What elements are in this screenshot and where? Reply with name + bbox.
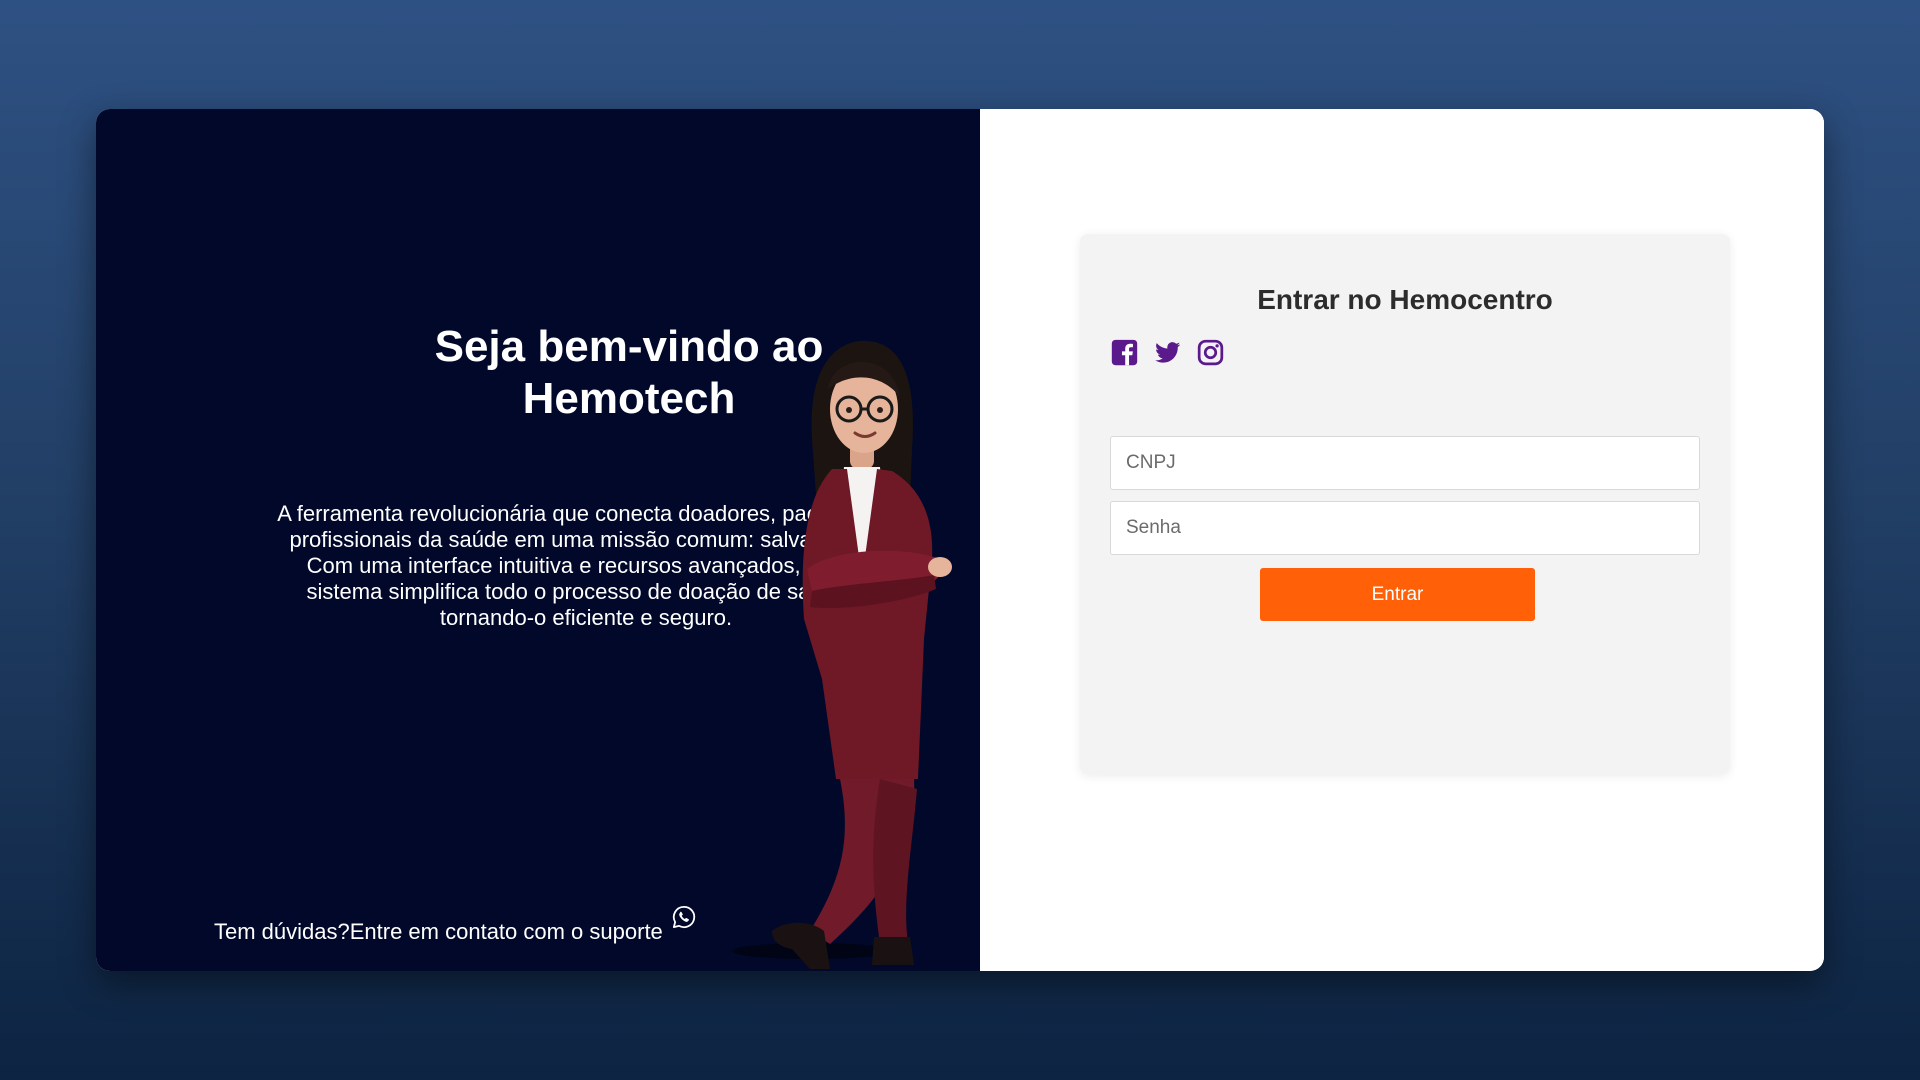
login-form-panel: Entrar no Hemocentro Entrar [1080, 234, 1730, 774]
login-section: Entrar no Hemocentro Entrar [980, 109, 1824, 971]
support-text: Tem dúvidas?Entre em contato com o supor… [214, 919, 663, 944]
facebook-icon[interactable] [1110, 338, 1139, 367]
support-contact: Tem dúvidas?Entre em contato com o supor… [214, 904, 697, 946]
login-card: Seja bem-vindo ao Hemotech A ferramenta … [96, 109, 1824, 971]
entrar-button[interactable]: Entrar [1260, 568, 1535, 621]
welcome-panel: Seja bem-vindo ao Hemotech A ferramenta … [96, 109, 980, 971]
cnpj-input[interactable] [1110, 436, 1700, 490]
social-links [1110, 338, 1225, 367]
login-title: Entrar no Hemocentro [1257, 284, 1553, 315]
senha-input[interactable] [1110, 501, 1700, 555]
whatsapp-icon[interactable] [671, 904, 697, 930]
woman-illustration [732, 340, 952, 969]
instagram-icon[interactable] [1196, 338, 1225, 367]
twitter-icon[interactable] [1153, 338, 1182, 367]
